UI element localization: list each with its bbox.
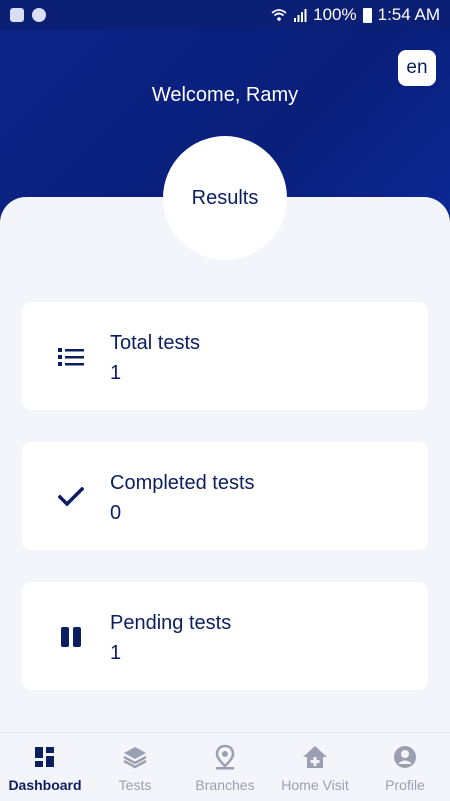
language-button[interactable]: en [398,50,436,86]
clock: 1:54 AM [377,5,440,24]
card-label: Pending tests [110,612,232,634]
list-icon [56,342,86,372]
bottom-nav: Dashboard Tests Branches Home Visit Prof… [0,732,450,801]
welcome-text: Welcome, Ramy [151,84,299,106]
gallery-notification-icon [10,8,24,22]
results-title: Results [163,136,287,260]
chat-notification-icon [32,8,46,22]
layers-icon [121,743,149,771]
nav-label: Tests [118,777,152,793]
battery-percent: 100% [313,5,357,24]
status-indicators: 100% 1:54 AM [271,5,440,25]
check-icon [56,482,86,512]
card-value: 0 [110,502,122,524]
dashboard-icon [31,743,59,771]
nav-home-visit[interactable]: Home Visit [271,733,359,793]
nav-branches[interactable]: Branches [181,733,269,793]
signal-icon [294,9,307,22]
pending-tests-card[interactable]: Pending tests 1 [22,582,428,690]
card-label: Total tests [110,332,201,354]
nav-label: Dashboard [8,777,82,793]
nav-label: Profile [385,777,425,793]
status-bar: 100% 1:54 AM [0,0,450,30]
card-label: Completed tests [110,472,255,494]
home-plus-icon [301,743,329,771]
notification-icons [10,8,46,22]
completed-tests-card[interactable]: Completed tests 0 [22,442,428,550]
nav-dashboard[interactable]: Dashboard [1,733,89,793]
nav-profile[interactable]: Profile [361,733,449,793]
total-tests-card[interactable]: Total tests 1 [22,302,428,410]
battery-icon [362,7,372,23]
nav-label: Home Visit [281,777,349,793]
pause-icon [56,622,86,652]
nav-tests[interactable]: Tests [91,733,179,793]
card-value: 1 [110,642,122,664]
location-pin-icon [211,743,239,771]
card-value: 1 [110,362,122,384]
nav-label: Branches [195,777,255,793]
profile-icon [391,743,419,771]
wifi-icon [271,9,287,21]
